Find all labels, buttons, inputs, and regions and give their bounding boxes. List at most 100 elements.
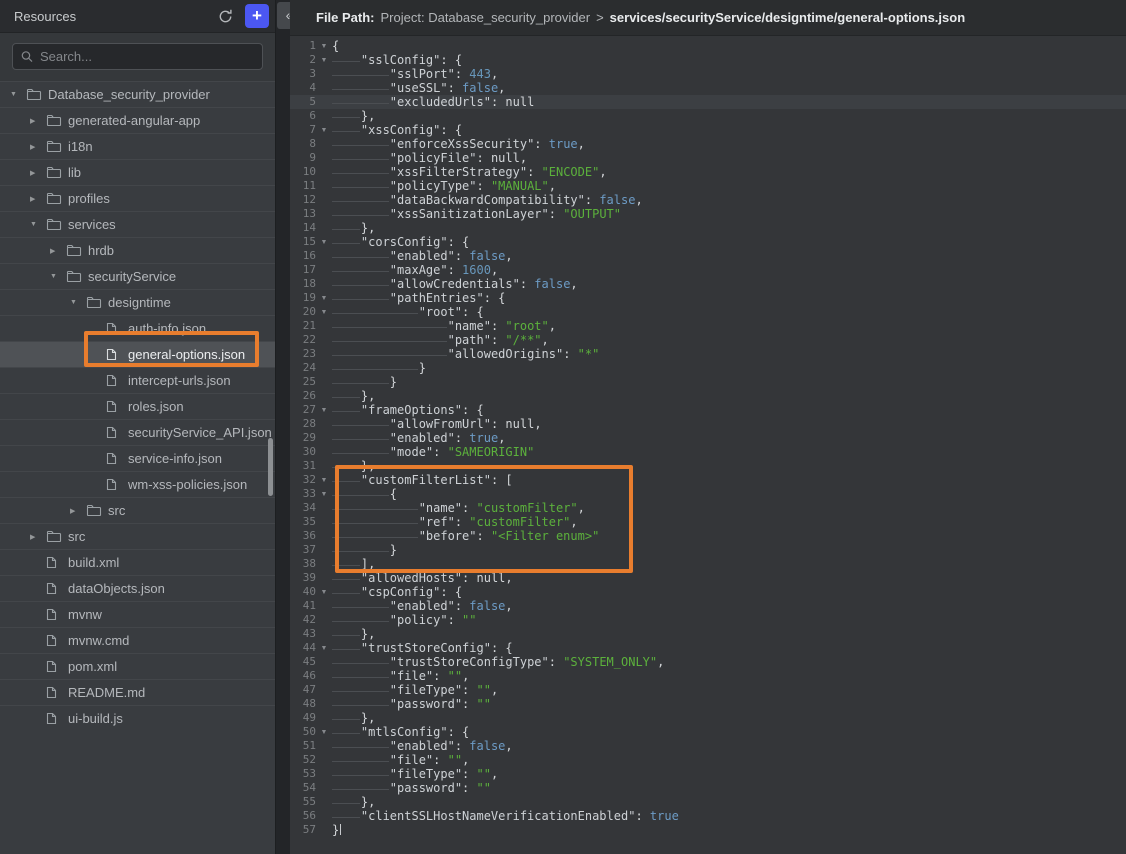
code-line-16[interactable]: 16"enabled": false, — [290, 249, 1126, 263]
code-line-40[interactable]: 40▼"cspConfig": { — [290, 585, 1126, 599]
tree-item-database-security-provider[interactable]: ▼Database_security_provider — [0, 81, 275, 107]
sidebar-scrollbar-thumb[interactable] — [268, 438, 273, 496]
code-line-47[interactable]: 47"fileType": "", — [290, 683, 1126, 697]
code-line-50[interactable]: 50▼"mtlsConfig": { — [290, 725, 1126, 739]
code-line-10[interactable]: 10"xssFilterStrategy": "ENCODE", — [290, 165, 1126, 179]
code-line-23[interactable]: 23"allowedOrigins": "*" — [290, 347, 1126, 361]
code-line-39[interactable]: 39"allowedHosts": null, — [290, 571, 1126, 585]
code-area[interactable]: 1▼{2▼"sslConfig": {3"sslPort": 443,4"use… — [290, 36, 1126, 837]
fold-toggle-icon[interactable]: ▼ — [316, 487, 332, 501]
code-line-6[interactable]: 6}, — [290, 109, 1126, 123]
code-line-35[interactable]: 35"ref": "customFilter", — [290, 515, 1126, 529]
code-line-36[interactable]: 36"before": "<Filter enum>" — [290, 529, 1126, 543]
code-line-44[interactable]: 44▼"trustStoreConfig": { — [290, 641, 1126, 655]
code-line-17[interactable]: 17"maxAge": 1600, — [290, 263, 1126, 277]
code-line-46[interactable]: 46"file": "", — [290, 669, 1126, 683]
fold-toggle-icon[interactable]: ▼ — [316, 403, 332, 417]
tree-item-service-info-json[interactable]: service-info.json — [0, 445, 275, 471]
tree-item-securityservice-api-json[interactable]: securityService_API.json — [0, 419, 275, 445]
code-line-29[interactable]: 29"enabled": true, — [290, 431, 1126, 445]
chevron-down-icon[interactable]: ▼ — [68, 299, 86, 306]
tree-item-generated-angular-app[interactable]: ▶generated-angular-app — [0, 107, 275, 133]
fold-toggle-icon[interactable]: ▼ — [316, 291, 332, 305]
code-line-31[interactable]: 31}, — [290, 459, 1126, 473]
code-line-57[interactable]: 57} — [290, 823, 1126, 837]
code-line-32[interactable]: 32▼"customFilterList": [ — [290, 473, 1126, 487]
chevron-right-icon[interactable]: ▶ — [28, 533, 46, 541]
code-line-18[interactable]: 18"allowCredentials": false, — [290, 277, 1126, 291]
tree-item-services[interactable]: ▼services — [0, 211, 275, 237]
code-line-34[interactable]: 34"name": "customFilter", — [290, 501, 1126, 515]
code-line-15[interactable]: 15▼"corsConfig": { — [290, 235, 1126, 249]
tree-item-mvnw-cmd[interactable]: mvnw.cmd — [0, 627, 275, 653]
chevron-down-icon[interactable]: ▼ — [28, 221, 46, 228]
fold-toggle-icon[interactable]: ▼ — [316, 725, 332, 739]
code-line-54[interactable]: 54"password": "" — [290, 781, 1126, 795]
code-line-51[interactable]: 51"enabled": false, — [290, 739, 1126, 753]
code-line-52[interactable]: 52"file": "", — [290, 753, 1126, 767]
code-line-1[interactable]: 1▼{ — [290, 39, 1126, 53]
search-box[interactable] — [12, 43, 263, 70]
code-line-14[interactable]: 14}, — [290, 221, 1126, 235]
code-line-7[interactable]: 7▼"xssConfig": { — [290, 123, 1126, 137]
code-line-25[interactable]: 25} — [290, 375, 1126, 389]
tree-item-ui-build-js[interactable]: ui-build.js — [0, 705, 275, 731]
fold-toggle-icon[interactable]: ▼ — [316, 473, 332, 487]
code-line-56[interactable]: 56"clientSSLHostNameVerificationEnabled"… — [290, 809, 1126, 823]
tree-item-roles-json[interactable]: roles.json — [0, 393, 275, 419]
tree-item-src[interactable]: ▶src — [0, 497, 275, 523]
code-line-37[interactable]: 37} — [290, 543, 1126, 557]
chevron-right-icon[interactable]: ▶ — [28, 143, 46, 151]
tree-item-readme-md[interactable]: README.md — [0, 679, 275, 705]
code-line-53[interactable]: 53"fileType": "", — [290, 767, 1126, 781]
chevron-right-icon[interactable]: ▶ — [28, 117, 46, 125]
code-line-20[interactable]: 20▼"root": { — [290, 305, 1126, 319]
code-line-24[interactable]: 24} — [290, 361, 1126, 375]
code-line-22[interactable]: 22"path": "/**", — [290, 333, 1126, 347]
code-line-42[interactable]: 42"policy": "" — [290, 613, 1126, 627]
tree-item-intercept-urls-json[interactable]: intercept-urls.json — [0, 367, 275, 393]
code-line-30[interactable]: 30"mode": "SAMEORIGIN" — [290, 445, 1126, 459]
chevron-down-icon[interactable]: ▼ — [48, 273, 66, 280]
code-line-4[interactable]: 4"useSSL": false, — [290, 81, 1126, 95]
tree-item-general-options-json[interactable]: general-options.json — [0, 341, 275, 367]
code-line-5[interactable]: 5"excludedUrls": null — [290, 95, 1126, 109]
code-line-48[interactable]: 48"password": "" — [290, 697, 1126, 711]
chevron-right-icon[interactable]: ▶ — [28, 169, 46, 177]
add-resource-button[interactable]: + — [245, 4, 269, 28]
tree-item-build-xml[interactable]: build.xml — [0, 549, 275, 575]
refresh-button[interactable] — [213, 4, 237, 28]
code-line-3[interactable]: 3"sslPort": 443, — [290, 67, 1126, 81]
tree-item-profiles[interactable]: ▶profiles — [0, 185, 275, 211]
tree-item-auth-info-json[interactable]: auth-info.json — [0, 315, 275, 341]
fold-toggle-icon[interactable]: ▼ — [316, 235, 332, 249]
code-line-12[interactable]: 12"dataBackwardCompatibility": false, — [290, 193, 1126, 207]
tree-item-pom-xml[interactable]: pom.xml — [0, 653, 275, 679]
code-line-38[interactable]: 38], — [290, 557, 1126, 571]
code-line-55[interactable]: 55}, — [290, 795, 1126, 809]
tree-item-i18n[interactable]: ▶i18n — [0, 133, 275, 159]
fold-toggle-icon[interactable]: ▼ — [316, 641, 332, 655]
code-line-28[interactable]: 28"allowFromUrl": null, — [290, 417, 1126, 431]
code-line-21[interactable]: 21"name": "root", — [290, 319, 1126, 333]
code-line-49[interactable]: 49}, — [290, 711, 1126, 725]
chevron-right-icon[interactable]: ▶ — [68, 507, 86, 515]
code-line-45[interactable]: 45"trustStoreConfigType": "SYSTEM_ONLY", — [290, 655, 1126, 669]
chevron-right-icon[interactable]: ▶ — [48, 247, 66, 255]
fold-toggle-icon[interactable]: ▼ — [316, 53, 332, 67]
code-line-43[interactable]: 43}, — [290, 627, 1126, 641]
search-input[interactable] — [40, 49, 254, 64]
tree-item-designtime[interactable]: ▼designtime — [0, 289, 275, 315]
code-line-9[interactable]: 9"policyFile": null, — [290, 151, 1126, 165]
code-line-19[interactable]: 19▼"pathEntries": { — [290, 291, 1126, 305]
fold-toggle-icon[interactable]: ▼ — [316, 585, 332, 599]
code-line-11[interactable]: 11"policyType": "MANUAL", — [290, 179, 1126, 193]
code-line-33[interactable]: 33▼{ — [290, 487, 1126, 501]
code-line-26[interactable]: 26}, — [290, 389, 1126, 403]
code-line-41[interactable]: 41"enabled": false, — [290, 599, 1126, 613]
tree-item-lib[interactable]: ▶lib — [0, 159, 275, 185]
tree-item-src[interactable]: ▶src — [0, 523, 275, 549]
tree-item-wm-xss-policies-json[interactable]: wm-xss-policies.json — [0, 471, 275, 497]
code-line-27[interactable]: 27▼"frameOptions": { — [290, 403, 1126, 417]
fold-toggle-icon[interactable]: ▼ — [316, 305, 332, 319]
